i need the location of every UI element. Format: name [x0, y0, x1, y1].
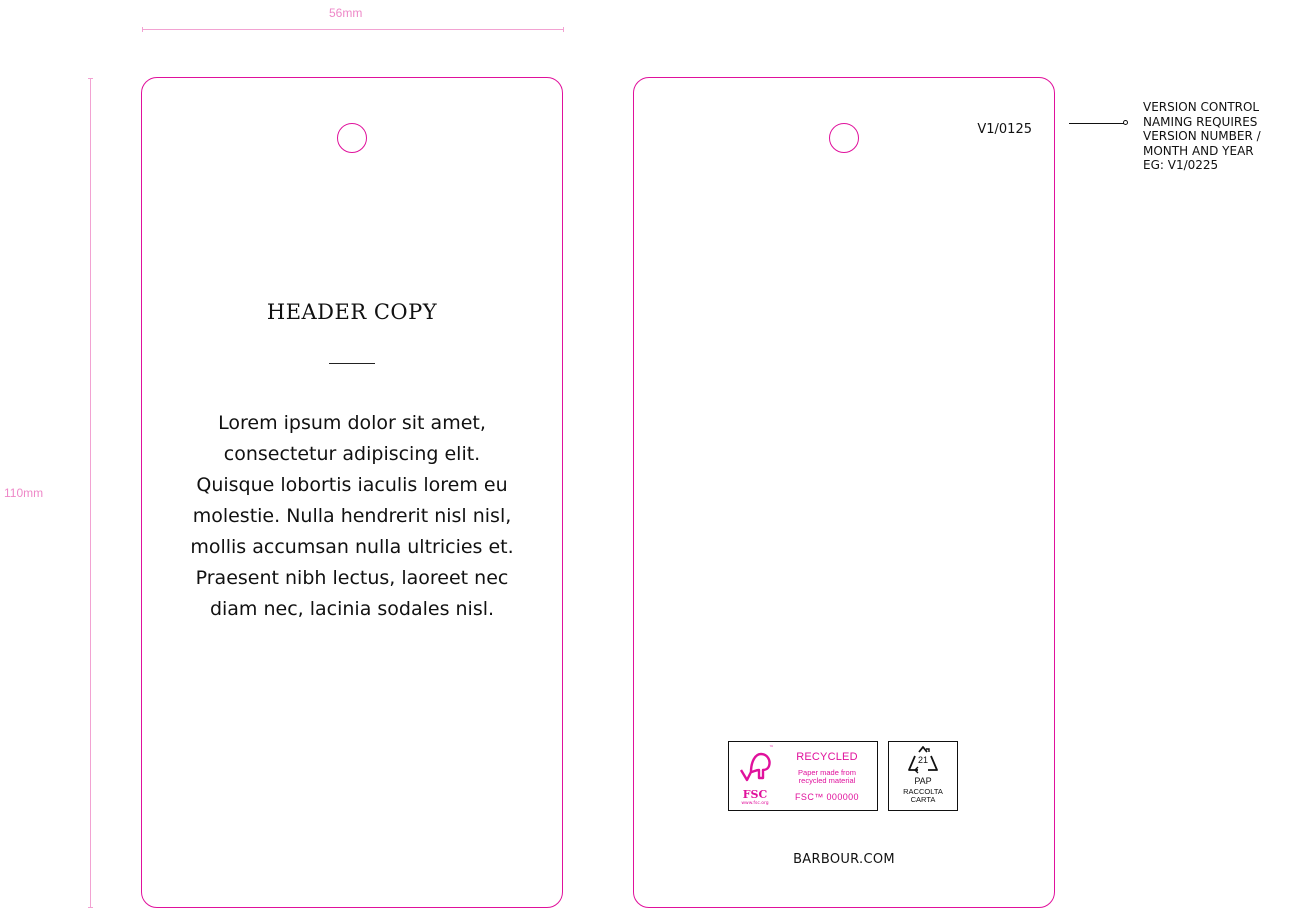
- pap-recycling-logo: 21 PAP RACCOLTA CARTA: [888, 741, 958, 811]
- version-control-note: VERSION CONTROL NAMING REQUIRES VERSION …: [1143, 100, 1261, 172]
- fsc-trademark: ™: [769, 745, 774, 751]
- front-divider: [329, 363, 375, 364]
- fsc-url: www.fsc.org: [741, 801, 769, 806]
- front-hang-hole: [337, 123, 367, 153]
- callout-leader-line: [1069, 123, 1125, 124]
- callout-leader-dot: [1123, 120, 1128, 125]
- fsc-recycled-label: RECYCLED: [796, 751, 858, 763]
- website-url: BARBOUR.COM: [793, 852, 895, 867]
- width-dimension-line: [142, 27, 564, 32]
- front-body-copy: Lorem ipsum dolor sit amet, consectetur …: [190, 412, 514, 620]
- back-tag: V1/0125 ™ FSC www.fsc.org RECYCLED Paper…: [633, 77, 1055, 908]
- front-tag: HEADER COPY Lorem ipsum dolor sit amet, …: [141, 77, 563, 908]
- fsc-license-code: FSC™ 000000: [795, 792, 859, 802]
- fsc-recycled-logo: ™ FSC www.fsc.org RECYCLED Paper made fr…: [728, 741, 878, 811]
- pap-description: RACCOLTA CARTA: [903, 787, 943, 804]
- back-hang-hole: [829, 123, 859, 153]
- front-header-copy: HEADER COPY: [266, 300, 438, 324]
- fsc-wordmark: FSC: [742, 788, 768, 801]
- pap-code-number: 21: [917, 755, 928, 765]
- fsc-description: Paper made from recycled material: [798, 768, 856, 785]
- pap-label: PAP: [914, 776, 932, 786]
- height-dimension-line: [88, 78, 93, 908]
- version-code: V1/0125: [977, 122, 1032, 137]
- fsc-tree-icon: [739, 752, 771, 782]
- height-dimension-label: 110mm: [4, 486, 44, 500]
- width-dimension-label: 56mm: [329, 6, 363, 20]
